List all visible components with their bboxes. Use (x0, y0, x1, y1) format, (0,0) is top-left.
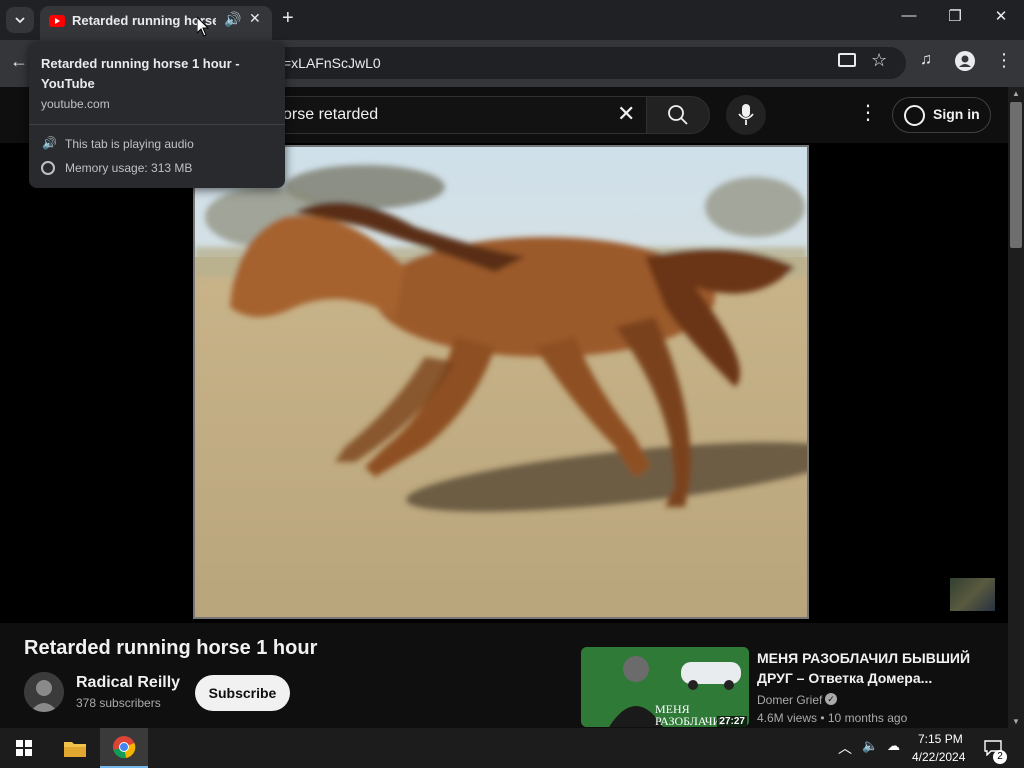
search-button[interactable] (646, 96, 710, 134)
install-app-icon[interactable] (838, 53, 856, 67)
chrome-menu-icon[interactable]: ⋮ (995, 50, 1013, 71)
bookmark-star-icon[interactable]: ☆ (871, 50, 887, 71)
tab-hover-card: Retarded running horse 1 hour - YouTube … (29, 42, 285, 188)
file-explorer-button[interactable] (52, 728, 96, 768)
youtube-favicon-icon (49, 15, 65, 27)
sign-in-label: Sign in (933, 106, 980, 122)
subscribe-button[interactable]: Subscribe (195, 675, 290, 711)
restore-button[interactable]: ❐ (932, 7, 978, 33)
folder-icon (64, 742, 86, 757)
scroll-down-arrow-icon[interactable]: ▼ (1012, 717, 1020, 726)
avatar-placeholder-icon (24, 672, 64, 712)
video-player[interactable] (0, 143, 1008, 623)
notification-count-badge: 2 (993, 750, 1007, 764)
running-horse-video-image (195, 147, 807, 617)
chrome-logo-icon (113, 736, 136, 759)
hover-card-title: Retarded running horse 1 hour - YouTube (41, 56, 240, 91)
speaker-icon: 🔊 (42, 136, 57, 150)
new-tab-button[interactable]: + (282, 7, 294, 30)
speaker-icon[interactable]: 🔊 (224, 11, 241, 28)
scroll-up-arrow-icon[interactable]: ▲ (1012, 89, 1020, 98)
browser-tab-active[interactable]: Retarded running horse 1 hour - YouTube … (40, 6, 272, 40)
search-query[interactable]: orse retarded (283, 106, 378, 124)
page-scrollbar[interactable]: ▲ ▼ (1008, 87, 1024, 728)
back-arrow-icon[interactable]: ← (10, 51, 28, 72)
tray-overflow-icon[interactable]: ︿ (838, 738, 852, 758)
memory-gauge-icon (41, 161, 55, 175)
hover-card-audio-status: This tab is playing audio (65, 137, 194, 151)
volume-muted-icon[interactable]: 🔈 (862, 738, 878, 754)
url-text[interactable]: v=xLAFnScJwL0 (276, 55, 381, 71)
microphone-icon (738, 104, 754, 125)
tab-search-button[interactable] (6, 7, 34, 33)
more-options-icon[interactable]: ⋮ (858, 103, 878, 123)
close-window-button[interactable]: ✕ (978, 7, 1024, 33)
verified-check-icon: ✓ (825, 693, 837, 705)
minimize-button[interactable]: — (886, 7, 932, 33)
channel-name[interactable]: Radical Reilly (76, 674, 180, 692)
media-control-icon[interactable]: ♫ (920, 51, 932, 69)
windows-logo-icon (16, 740, 32, 756)
clock-date[interactable]: 4/22/2024 (912, 750, 965, 764)
tab-close-icon[interactable]: ✕ (249, 10, 261, 27)
sign-in-button[interactable]: Sign in (892, 97, 991, 133)
windows-taskbar: ︿ 🔈 ☁ 7:15 PM 4/22/2024 2 (0, 728, 1024, 768)
mouse-cursor-icon (197, 17, 209, 37)
clock-time[interactable]: 7:15 PM (918, 732, 963, 746)
subscriber-count: 378 subscribers (76, 696, 161, 710)
tab-title: Retarded running horse 1 hour - YouTube (72, 13, 216, 28)
search-icon (668, 105, 688, 125)
clear-search-icon[interactable]: ✕ (617, 103, 635, 125)
profile-icon[interactable] (955, 51, 975, 71)
video-frame[interactable] (193, 145, 809, 619)
hover-card-domain: youtube.com (41, 97, 110, 111)
start-button[interactable] (0, 728, 48, 768)
scroll-thumb[interactable] (1010, 102, 1022, 248)
hover-card-divider (29, 124, 285, 125)
browser-tab-strip: Retarded running horse 1 hour - YouTube … (0, 0, 1024, 40)
channel-watermark[interactable] (950, 578, 995, 611)
recommended-video-meta: 4.6M views • 10 months ago (757, 711, 908, 725)
recommended-video-thumbnail[interactable]: МЕНЯ РАЗОБЛАЧИЛ 27:27 (581, 647, 749, 727)
hover-card-memory-usage: Memory usage: 313 MB (65, 161, 193, 175)
network-icon[interactable]: ☁ (887, 738, 900, 754)
chevron-down-icon (15, 17, 25, 24)
recommended-video-title[interactable]: МЕНЯ РАЗОБЛАЧИЛ БЫВШИЙ ДРУГ – Ответка До… (757, 648, 997, 688)
voice-search-button[interactable] (726, 95, 766, 135)
account-icon (904, 105, 925, 126)
video-title: Retarded running horse 1 hour (24, 637, 318, 659)
recommended-channel-name[interactable]: Domer Grief (757, 693, 822, 707)
chrome-taskbar-button[interactable] (100, 728, 148, 768)
avatar[interactable] (24, 672, 64, 712)
video-duration: 27:27 (717, 716, 747, 727)
